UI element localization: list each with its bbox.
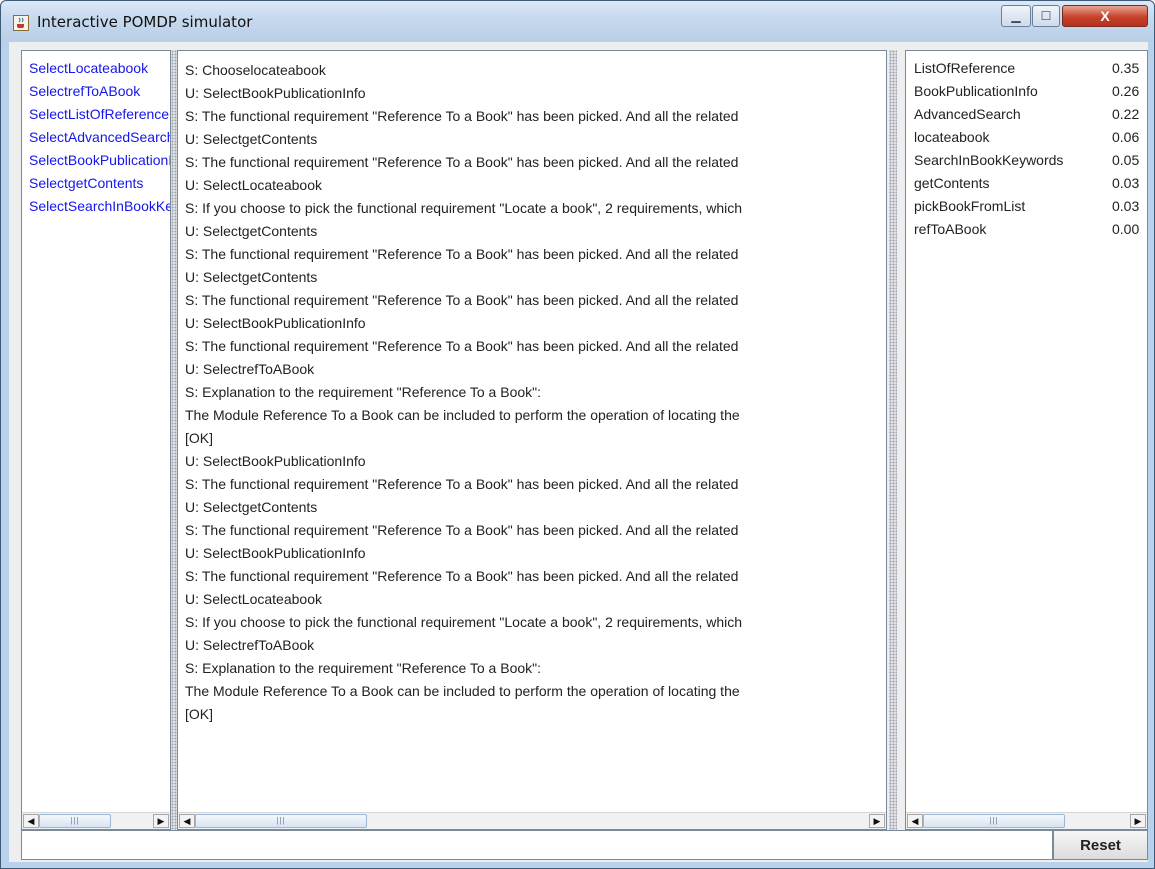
- belief-name: AdvancedSearch: [914, 106, 1021, 122]
- action-list-hscrollbar[interactable]: ◀ ||| ▶: [22, 812, 170, 829]
- log-line: S: The functional requirement "Reference…: [185, 292, 739, 308]
- belief-row: refToABook 0.00: [914, 218, 1147, 241]
- java-cup-icon: [13, 15, 29, 31]
- reset-button[interactable]: Reset: [1053, 830, 1148, 860]
- belief-panel: ListOfReference 0.35 BookPublicationInfo 0.…: [905, 50, 1148, 830]
- belief-value: 0.22: [1112, 106, 1140, 122]
- log-line: [OK]: [185, 706, 214, 722]
- log-line: S: The functional requirement "Reference…: [185, 246, 739, 262]
- dialog-log-panel: S: Chooselocateabook U: SelectBookPublica…: [177, 50, 887, 830]
- log-line: S: The functional requirement "Reference…: [185, 338, 739, 354]
- close-icon: X: [1100, 8, 1110, 24]
- action-item[interactable]: SelectBookPublicationInfo: [29, 149, 170, 172]
- scroll-left-icon[interactable]: ◀: [23, 814, 39, 828]
- app-window: Interactive POMDP simulator ▁ ☐ X Select…: [0, 0, 1155, 869]
- log-line: U: SelectLocateabook: [185, 177, 322, 193]
- belief-name: SearchInBookKeywords: [914, 152, 1064, 168]
- belief-name: locateabook: [914, 129, 990, 145]
- log-line: U: SelectBookPublicationInfo: [185, 315, 366, 331]
- belief-row: ListOfReference 0.35: [914, 57, 1147, 80]
- minimize-button[interactable]: ▁: [1001, 5, 1031, 27]
- close-button[interactable]: X: [1062, 5, 1148, 27]
- window-title: Interactive POMDP simulator: [37, 13, 253, 31]
- log-line: S: Explanation to the requirement "Refer…: [185, 660, 542, 676]
- title-bar: Interactive POMDP simulator ▁ ☐ X: [1, 1, 1154, 41]
- belief-row: SearchInBookKeywords 0.05: [914, 149, 1147, 172]
- log-line: S: The functional requirement "Reference…: [185, 108, 739, 124]
- belief-row: BookPublicationInfo 0.26: [914, 80, 1147, 103]
- belief-list: ListOfReference 0.35 BookPublicationInfo 0.…: [914, 57, 1147, 241]
- scroll-thumb[interactable]: |||: [195, 814, 367, 828]
- log-line: U: SelectgetContents: [185, 223, 318, 239]
- log-line: U: SelectBookPublicationInfo: [185, 453, 366, 469]
- log-line: S: The functional requirement "Reference…: [185, 522, 739, 538]
- belief-value: 0.03: [1112, 198, 1140, 214]
- action-item[interactable]: SelectLocateabook: [29, 57, 170, 80]
- belief-value: 0.35: [1112, 60, 1140, 76]
- action-item[interactable]: SelectrefToABook: [29, 80, 170, 103]
- belief-value: 0.26: [1112, 83, 1140, 99]
- split-divider-right[interactable]: [889, 50, 897, 830]
- log-line: U: SelectgetContents: [185, 269, 318, 285]
- belief-hscrollbar[interactable]: ◀ ||| ▶: [906, 812, 1147, 829]
- belief-name: refToABook: [914, 221, 987, 237]
- belief-row: locateabook 0.06: [914, 126, 1147, 149]
- belief-row: pickBookFromList 0.03: [914, 195, 1147, 218]
- log-line: U: SelectrefToABook: [185, 361, 315, 377]
- action-list-panel: SelectLocateabook SelectrefToABook SelectL…: [21, 50, 171, 830]
- scroll-thumb[interactable]: |||: [39, 814, 111, 828]
- belief-name: BookPublicationInfo: [914, 83, 1038, 99]
- belief-row: AdvancedSearch 0.22: [914, 103, 1147, 126]
- scroll-right-icon[interactable]: ▶: [869, 814, 885, 828]
- action-item[interactable]: SelectAdvancedSearch: [29, 126, 170, 149]
- belief-value: 0.00: [1112, 221, 1140, 237]
- log-line: U: SelectgetContents: [185, 499, 318, 515]
- scroll-right-icon[interactable]: ▶: [153, 814, 169, 828]
- log-line: S: The functional requirement "Reference…: [185, 476, 739, 492]
- maximize-icon: ☐: [1040, 9, 1052, 23]
- command-input[interactable]: [21, 830, 1053, 860]
- content-area: SelectLocateabook SelectrefToABook SelectL…: [9, 42, 1148, 862]
- scroll-left-icon[interactable]: ◀: [179, 814, 195, 828]
- log-line: U: SelectgetContents: [185, 131, 318, 147]
- log-line: S: Explanation to the requirement "Refer…: [185, 384, 542, 400]
- action-item[interactable]: SelectListOfReference: [29, 103, 170, 126]
- minimize-icon: ▁: [1011, 9, 1021, 23]
- log-line: U: SelectrefToABook: [185, 637, 315, 653]
- log-line: S: If you choose to pick the functional …: [185, 614, 743, 630]
- log-line: S: Chooselocateabook: [185, 62, 326, 78]
- log-line: U: SelectBookPublicationInfo: [185, 545, 366, 561]
- log-line: U: SelectBookPublicationInfo: [185, 85, 366, 101]
- belief-value: 0.03: [1112, 175, 1140, 191]
- dialog-log: S: Chooselocateabook U: SelectBookPublica…: [185, 59, 886, 726]
- action-item[interactable]: SelectgetContents: [29, 172, 170, 195]
- log-line: [OK]: [185, 430, 214, 446]
- scroll-left-icon[interactable]: ◀: [907, 814, 923, 828]
- log-line: The Module Reference To a Book can be in…: [185, 407, 740, 423]
- belief-name: ListOfReference: [914, 60, 1016, 76]
- belief-name: pickBookFromList: [914, 198, 1026, 214]
- log-line: S: If you choose to pick the functional …: [185, 200, 743, 216]
- scroll-thumb[interactable]: |||: [923, 814, 1065, 828]
- dialog-log-hscrollbar[interactable]: ◀ ||| ▶: [178, 812, 886, 829]
- belief-name: getContents: [914, 175, 990, 191]
- scroll-right-icon[interactable]: ▶: [1130, 814, 1146, 828]
- belief-value: 0.06: [1112, 129, 1140, 145]
- maximize-button[interactable]: ☐: [1032, 5, 1060, 27]
- belief-row: getContents 0.03: [914, 172, 1147, 195]
- belief-value: 0.05: [1112, 152, 1140, 168]
- log-line: S: The functional requirement "Reference…: [185, 568, 739, 584]
- action-item[interactable]: SelectSearchInBookKeywords: [29, 195, 170, 218]
- log-line: The Module Reference To a Book can be in…: [185, 683, 740, 699]
- log-line: U: SelectLocateabook: [185, 591, 322, 607]
- log-line: S: The functional requirement "Reference…: [185, 154, 739, 170]
- action-list: SelectLocateabook SelectrefToABook SelectL…: [29, 57, 170, 218]
